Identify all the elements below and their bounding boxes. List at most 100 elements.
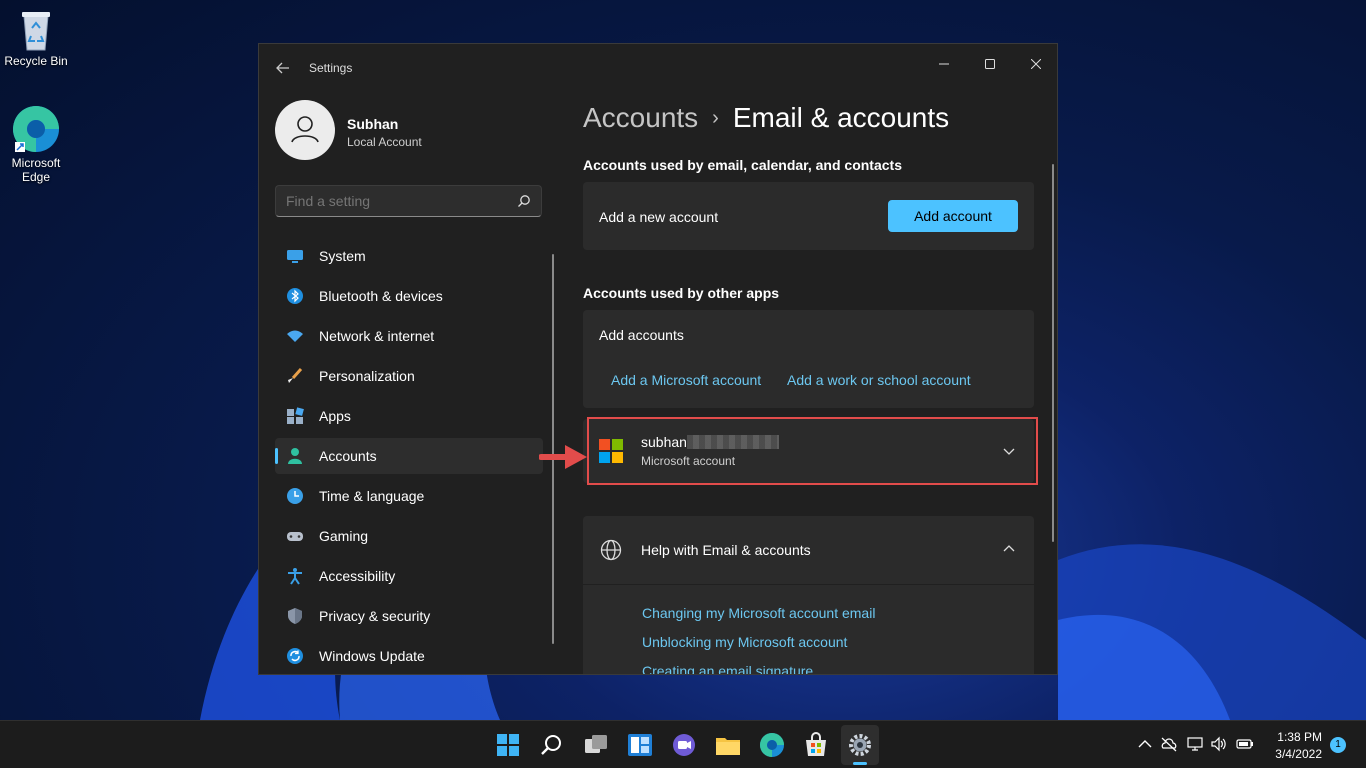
shield-icon	[288, 608, 302, 624]
sidebar-item-label: Personalization	[319, 368, 415, 384]
edge-desktop-icon[interactable]: Microsoft Edge	[0, 104, 72, 184]
onedrive-offline-icon[interactable]	[1160, 735, 1178, 753]
apps-icon	[287, 407, 304, 424]
sidebar-item-system[interactable]: System	[275, 238, 543, 274]
sidebar-item-privacy[interactable]: Privacy & security	[275, 598, 543, 634]
add-account-button[interactable]: Add account	[888, 200, 1018, 232]
sidebar-item-apps[interactable]: Apps	[275, 398, 543, 434]
task-view-icon[interactable]	[580, 729, 612, 761]
avatar	[275, 100, 335, 160]
sidebar-item-accessibility[interactable]: Accessibility	[275, 558, 543, 594]
add-new-account-card: Add a new account Add account	[583, 182, 1034, 250]
gamepad-icon	[287, 532, 303, 541]
edge-icon	[13, 106, 59, 152]
store-icon[interactable]	[800, 729, 832, 761]
sidebar-item-time-language[interactable]: Time & language	[275, 478, 543, 514]
sidebar-item-bluetooth[interactable]: Bluetooth & devices	[275, 278, 543, 314]
update-icon	[287, 648, 303, 664]
search-input[interactable]	[286, 193, 506, 209]
minimize-icon	[939, 63, 949, 65]
recycle-bin-desktop-icon[interactable]: Recycle Bin	[0, 8, 72, 68]
clock-time[interactable]: 1:38 PM	[1270, 730, 1322, 744]
user-icon	[291, 116, 319, 143]
sidebar-item-label: Privacy & security	[319, 608, 431, 624]
sidebar-item-label: Apps	[319, 408, 351, 424]
pointer-arrow-icon	[539, 445, 587, 469]
widgets-icon[interactable]	[624, 729, 656, 761]
breadcrumb-parent[interactable]: Accounts	[583, 102, 698, 133]
network-tray-icon[interactable]	[1186, 735, 1204, 753]
brush-icon	[288, 368, 303, 383]
profile-account-type: Local Account	[347, 135, 422, 149]
sidebar-item-network[interactable]: Network & internet	[275, 318, 543, 354]
battery-icon[interactable]	[1236, 735, 1254, 753]
clock-icon	[287, 488, 303, 504]
recycle-bin-icon	[22, 12, 50, 51]
settings-search[interactable]	[275, 185, 542, 217]
back-button[interactable]	[273, 58, 293, 78]
globe-icon	[600, 539, 622, 561]
start-icon[interactable]	[492, 729, 524, 761]
chat-icon[interactable]	[668, 729, 700, 761]
back-arrow-icon	[276, 62, 289, 74]
sidebar-item-accounts[interactable]: Accounts	[275, 438, 543, 474]
help-links-panel: Changing my Microsoft account email Unbl…	[583, 585, 1034, 674]
chevron-up-tray-icon[interactable]	[1136, 735, 1154, 753]
clock-date[interactable]: 3/4/2022	[1262, 747, 1322, 761]
profile-name: Subhan	[347, 116, 399, 132]
settings-window: Settings Subhan Local Account Find a set…	[258, 43, 1058, 675]
help-link-email-signature[interactable]: Creating an email signature	[642, 663, 813, 674]
close-icon	[1030, 58, 1042, 70]
close-button[interactable]	[1013, 48, 1057, 80]
file-explorer-icon[interactable]	[712, 729, 744, 761]
maximize-button[interactable]	[967, 48, 1013, 80]
sidebar-item-label: Network & internet	[319, 328, 435, 344]
page-title: Email & accounts	[732, 102, 950, 133]
sidebar-item-label: Windows Update	[319, 648, 425, 664]
taskbar: 1:38 PM 3/4/2022 1	[0, 720, 1366, 768]
system-icon	[287, 250, 303, 263]
notification-badge[interactable]: 1	[1330, 737, 1346, 753]
sidebar-item-label: Accounts	[319, 448, 377, 464]
window-title: Settings	[309, 61, 353, 75]
sidebar-item-gaming[interactable]: Gaming	[275, 518, 543, 554]
add-accounts-label: Add accounts	[599, 327, 684, 343]
breadcrumb-separator: ›	[712, 107, 719, 129]
email-section-heading: Accounts used by email, calendar, and co…	[583, 157, 902, 173]
sidebar-item-label: System	[319, 248, 366, 264]
search-taskbar-icon[interactable]	[536, 729, 568, 761]
add-microsoft-account-link[interactable]: Add a Microsoft account	[611, 372, 761, 388]
help-link-unblock-account[interactable]: Unblocking my Microsoft account	[642, 634, 847, 650]
add-work-school-account-link[interactable]: Add a work or school account	[787, 372, 971, 388]
content-scrollbar[interactable]	[1052, 164, 1054, 542]
sidebar-item-label: Time & language	[319, 488, 425, 504]
volume-icon[interactable]	[1210, 735, 1228, 753]
chevron-up-icon[interactable]	[1002, 542, 1016, 556]
add-new-account-label: Add a new account	[599, 209, 719, 225]
sidebar-item-label: Gaming	[319, 528, 369, 544]
search-icon	[518, 195, 530, 207]
active-app-indicator	[853, 762, 867, 765]
help-title: Help with Email & accounts	[641, 542, 811, 558]
sidebar-item-windows-update[interactable]: Windows Update	[275, 638, 543, 674]
network-icon	[287, 330, 303, 342]
help-link-change-email[interactable]: Changing my Microsoft account email	[642, 605, 875, 621]
accessibility-icon	[288, 568, 302, 585]
sidebar-item-label: Bluetooth & devices	[319, 288, 443, 304]
highlight-box	[587, 417, 1038, 485]
sidebar-item-personalization[interactable]: Personalization	[275, 358, 543, 394]
edge-taskbar-icon[interactable]	[756, 729, 788, 761]
help-header[interactable]: Help with Email & accounts	[583, 516, 1034, 584]
recycle-bin-label: Recycle Bin	[4, 54, 68, 68]
edge-label: Microsoft Edge	[11, 156, 61, 184]
settings-gear-icon[interactable]	[844, 729, 876, 761]
sidebar-item-label: Accessibility	[319, 568, 396, 584]
bluetooth-icon	[287, 288, 303, 304]
sidebar-nav: System Bluetooth & devices Network & int…	[275, 238, 543, 674]
maximize-icon	[985, 59, 995, 69]
minimize-button[interactable]	[921, 48, 967, 80]
title-bar: Settings	[259, 44, 1057, 92]
accounts-icon	[288, 448, 302, 464]
breadcrumb: Accounts › Email & accounts	[583, 102, 949, 134]
add-accounts-card: Add accounts Add a Microsoft account Add…	[583, 310, 1034, 408]
